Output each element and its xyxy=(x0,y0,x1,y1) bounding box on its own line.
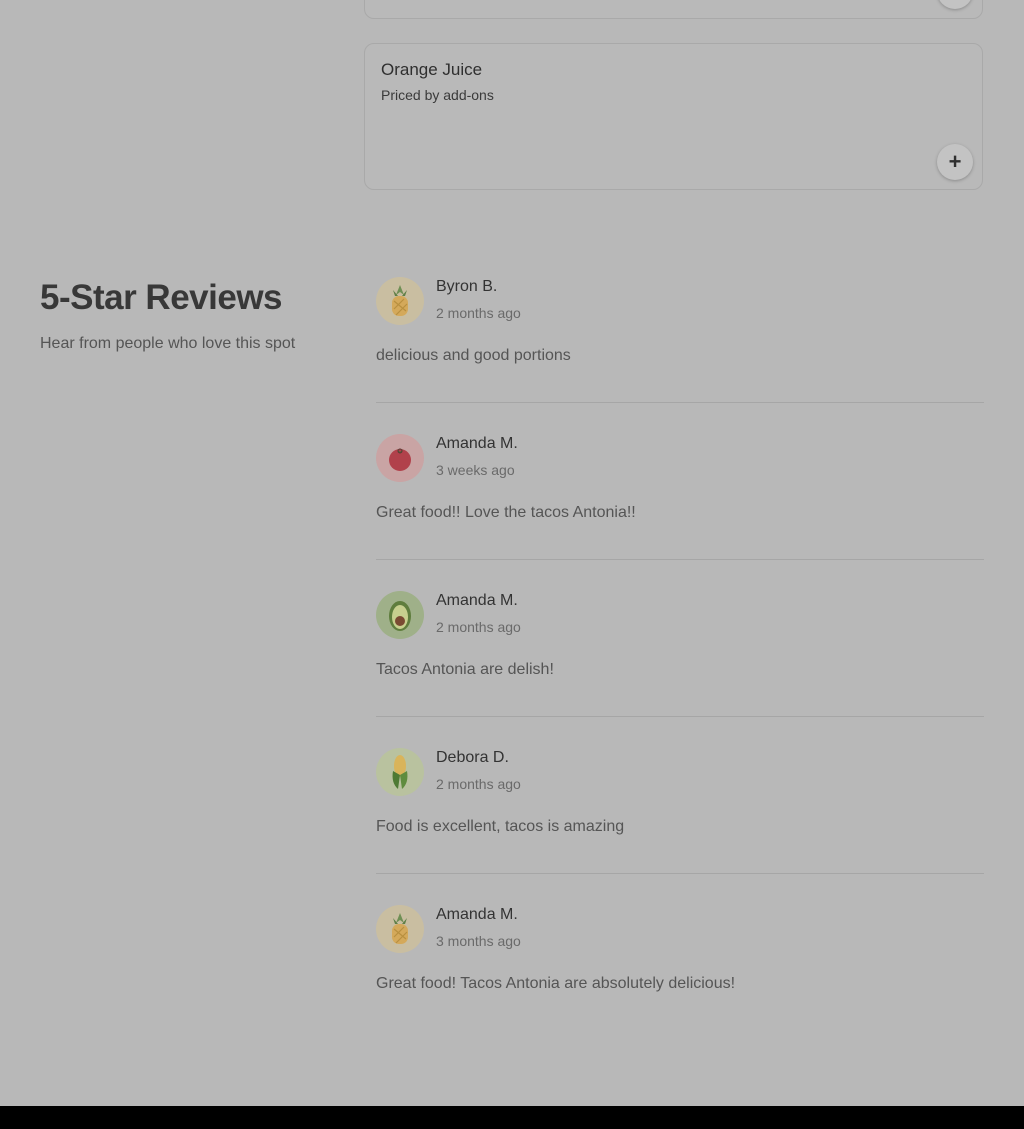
reviewer-name: Byron B. xyxy=(436,278,498,295)
add-item-button[interactable]: + xyxy=(937,144,973,180)
pineapple-icon xyxy=(376,277,424,325)
review-time: 3 weeks ago xyxy=(436,462,515,478)
divider xyxy=(376,716,984,717)
divider xyxy=(376,559,984,560)
divider xyxy=(376,402,984,403)
review-item: Amanda M. 3 months ago Great food! Tacos… xyxy=(376,905,984,1062)
reviews-subtitle: Hear from people who love this spot xyxy=(40,335,296,352)
pineapple-icon xyxy=(376,905,424,953)
review-text: Food is excellent, tacos is amazing xyxy=(376,818,625,835)
footer-bar xyxy=(0,1106,1024,1129)
avocado-icon xyxy=(376,591,424,639)
reviewer-name: Amanda M. xyxy=(436,435,518,452)
menu-item-card-partial[interactable]: + xyxy=(364,0,983,19)
reviewer-name: Amanda M. xyxy=(436,592,518,609)
review-text: Great food! Tacos Antonia are absolutely… xyxy=(376,975,736,992)
review-text: Great food!! Love the tacos Antonia!! xyxy=(376,504,636,521)
review-item: Amanda M. 2 months ago Tacos Antonia are… xyxy=(376,591,984,748)
tomato-icon xyxy=(376,434,424,482)
review-item: Debora D. 2 months ago Food is excellent… xyxy=(376,748,984,905)
review-time: 2 months ago xyxy=(436,619,521,635)
review-text: delicious and good portions xyxy=(376,347,571,364)
menu-item-card[interactable]: Orange Juice Priced by add-ons + xyxy=(364,43,983,190)
corn-icon xyxy=(376,748,424,796)
reviewer-name: Debora D. xyxy=(436,749,509,766)
reviewer-name: Amanda M. xyxy=(436,906,518,923)
reviews-title: 5-Star Reviews xyxy=(40,278,283,317)
menu-item-name: Orange Juice xyxy=(381,60,483,79)
divider xyxy=(376,873,984,874)
add-item-button[interactable]: + xyxy=(937,0,973,9)
menu-item-price-note: Priced by add-ons xyxy=(381,87,494,103)
review-time: 2 months ago xyxy=(436,776,521,792)
review-item: Byron B. 2 months ago delicious and good… xyxy=(376,277,984,434)
review-item: Amanda M. 3 weeks ago Great food!! Love … xyxy=(376,434,984,591)
review-time: 3 months ago xyxy=(436,933,521,949)
review-text: Tacos Antonia are delish! xyxy=(376,661,554,678)
review-time: 2 months ago xyxy=(436,305,521,321)
